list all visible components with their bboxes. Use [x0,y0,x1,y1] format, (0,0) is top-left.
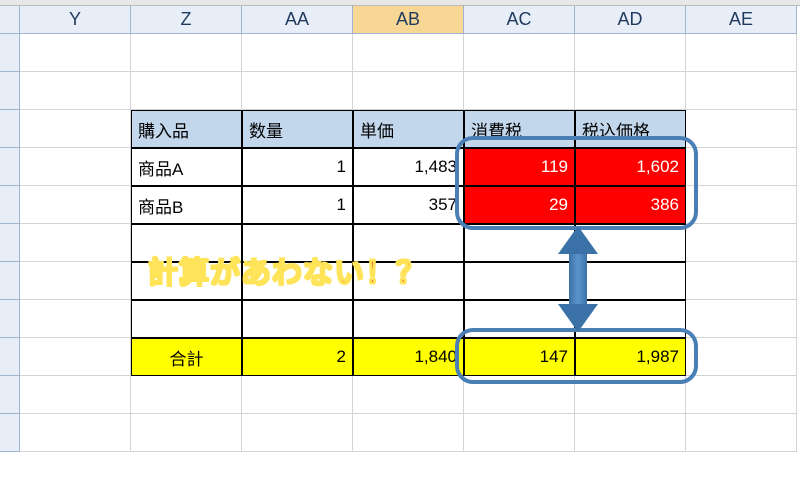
row-header[interactable] [0,338,20,376]
cell-total-unitprice[interactable]: 1,840 [353,338,464,376]
row-header[interactable] [0,34,20,72]
cell-unitprice[interactable]: 357 [353,186,464,224]
cell[interactable] [20,34,131,72]
grid-row [0,414,800,452]
row-header[interactable] [0,262,20,300]
spreadsheet-viewport: Y Z AA AB AC AD AE 購入品 数量 単価 消費税 税込価格 [0,0,800,500]
cell[interactable] [131,414,242,452]
cell[interactable] [686,72,797,110]
cell-item[interactable]: 商品B [131,186,242,224]
column-header[interactable]: AA [242,6,353,34]
cell[interactable] [242,414,353,452]
cell[interactable] [686,376,797,414]
cell[interactable] [242,300,353,338]
column-header-row: Y Z AA AB AC AD AE [0,6,800,34]
table-header-qty[interactable]: 数量 [242,110,353,148]
cell[interactable] [686,34,797,72]
cell[interactable] [464,414,575,452]
cell[interactable] [242,376,353,414]
cell[interactable] [20,300,131,338]
cell-qty[interactable]: 1 [242,148,353,186]
annotation-text: 計算があわない！？ [148,248,427,292]
double-arrow-icon [558,226,598,332]
row-header[interactable] [0,186,20,224]
cell[interactable] [686,110,797,148]
cell[interactable] [464,34,575,72]
cell[interactable] [20,224,131,262]
cell[interactable] [353,300,464,338]
cell[interactable] [353,376,464,414]
row-header[interactable] [0,110,20,148]
cell-total-qty[interactable]: 2 [242,338,353,376]
cell[interactable] [686,262,797,300]
cell-total-label[interactable]: 合計 [131,338,242,376]
column-header[interactable]: Y [20,6,131,34]
cell[interactable] [131,72,242,110]
cell[interactable] [131,376,242,414]
cell[interactable] [20,110,131,148]
grid-row [0,72,800,110]
cell[interactable] [686,224,797,262]
cell-qty[interactable]: 1 [242,186,353,224]
column-header[interactable]: AD [575,6,686,34]
callout-total-cells [455,328,698,384]
cell[interactable] [353,414,464,452]
table-header-item[interactable]: 購入品 [131,110,242,148]
cell[interactable] [242,72,353,110]
cell-unitprice[interactable]: 1,483 [353,148,464,186]
cell[interactable] [575,34,686,72]
column-header-selected[interactable]: AB [353,6,464,34]
cell[interactable] [686,148,797,186]
cell[interactable] [353,72,464,110]
callout-red-cells [455,136,698,230]
column-header[interactable]: Z [131,6,242,34]
select-all-corner[interactable] [0,6,20,34]
row-header[interactable] [0,414,20,452]
cell[interactable] [686,186,797,224]
column-header[interactable]: AE [686,6,797,34]
row-header[interactable] [0,376,20,414]
row-header[interactable] [0,300,20,338]
cell[interactable] [686,300,797,338]
cell[interactable] [131,34,242,72]
column-header[interactable]: AC [464,6,575,34]
cell[interactable] [20,148,131,186]
cell-item[interactable]: 商品A [131,148,242,186]
cell[interactable] [20,186,131,224]
cell[interactable] [575,414,686,452]
grid-row [0,34,800,72]
cell[interactable] [20,376,131,414]
row-header[interactable] [0,148,20,186]
cell[interactable] [353,34,464,72]
cell[interactable] [20,338,131,376]
cell[interactable] [575,72,686,110]
cell[interactable] [20,414,131,452]
cell[interactable] [131,300,242,338]
cell[interactable] [464,72,575,110]
cell[interactable] [686,338,797,376]
row-header[interactable] [0,72,20,110]
cell[interactable] [20,72,131,110]
cell[interactable] [686,414,797,452]
cell[interactable] [242,34,353,72]
cell[interactable] [20,262,131,300]
table-header-unitprice[interactable]: 単価 [353,110,464,148]
row-header[interactable] [0,224,20,262]
